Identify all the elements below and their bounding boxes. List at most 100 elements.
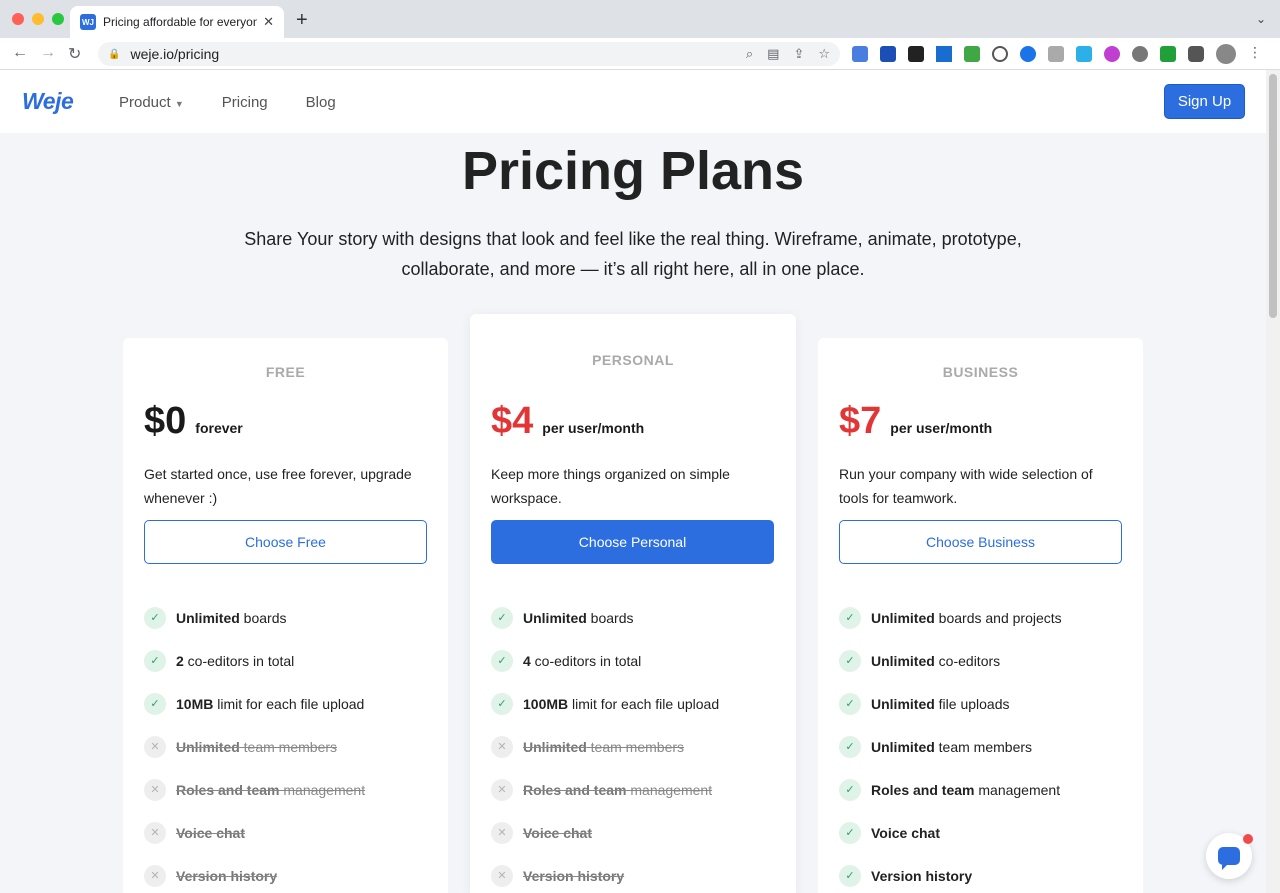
feature-highlight: 100MB [523,695,569,712]
feature-rest: team members [934,738,1033,755]
extension-icon[interactable] [936,46,952,62]
feature-item: ✓ 4 co-editors in total [491,639,781,682]
checkmark-extension-icon[interactable] [1160,46,1176,62]
feature-text: Unlimited team members [523,739,684,755]
extension-icon[interactable] [1076,46,1092,62]
plan-name: BUSINESS [942,364,1019,380]
feature-text: Version history [176,868,277,884]
extension-icon[interactable] [1020,46,1036,62]
chat-bubble-icon [1218,847,1240,870]
nav-pricing[interactable]: Pricing [222,94,268,111]
feature-item: ✕ Version history [144,854,434,893]
weje-logo[interactable]: Weje [22,88,74,115]
feature-highlight: Unlimited [523,609,587,626]
feature-text: 4 co-editors in total [523,653,641,669]
feature-item: ✓ 10MB limit for each file upload [144,682,434,725]
puzzle-extensions-icon[interactable] [1188,46,1204,62]
plan-description: Run your company with wide selection of … [839,466,1093,506]
feature-text: Unlimited team members [176,739,337,755]
extension-icon[interactable] [1104,46,1120,62]
feature-highlight: Roles and team [176,781,280,798]
feature-item: ✓ 2 co-editors in total [144,639,434,682]
feature-rest: management [626,781,713,798]
caret-down-icon: ▼ [174,99,184,109]
notion-extension-icon[interactable] [908,46,924,62]
feature-text: Unlimited boards [176,610,286,626]
minimize-window-button[interactable] [32,13,44,25]
camera-extension-icon[interactable] [1048,46,1064,62]
feature-item: ✓ Unlimited file uploads [839,682,1129,725]
extension-icon[interactable] [964,46,980,62]
choose-business-button[interactable]: Choose Business [839,520,1122,564]
choose-personal-button[interactable]: Choose Personal [491,520,774,564]
feature-highlight: Version history [176,867,278,884]
zoom-icon[interactable]: ⌕ [746,46,753,62]
feature-text: 100MB limit for each file upload [523,696,719,712]
check-icon: ✓ [839,649,861,672]
feature-item: ✕ Voice chat [144,811,434,854]
feature-item: ✕ Roles and team management [144,768,434,811]
check-icon: ✓ [144,692,166,715]
plan-name: PERSONAL [592,352,674,368]
scrollbar-thumb[interactable] [1269,74,1277,318]
feature-item: ✓ 100MB limit for each file upload [491,682,781,725]
browser-tab[interactable]: WJ Pricing affordable for everyone ✕ [70,6,284,38]
feature-highlight: Unlimited [871,738,935,755]
extension-icon[interactable] [880,46,896,62]
feature-item: ✕ Voice chat [491,811,781,854]
feature-item: ✓ Unlimited boards [491,596,781,639]
check-icon: ✓ [491,649,513,672]
plan-price: $0 [144,400,187,442]
plan-description: Get started once, use free forever, upgr… [144,466,412,506]
plan-description: Keep more things organized on simple wor… [491,466,730,506]
feature-text: 2 co-editors in total [176,653,294,669]
feature-item: ✕ Roles and team management [491,768,781,811]
feature-text: Voice chat [176,825,245,841]
maximize-window-button[interactable] [52,13,64,25]
extension-icon[interactable] [1132,46,1148,62]
feature-list: ✓ Unlimited boards ✓ 4 co-editors in total ✓… [491,596,781,893]
nav-product[interactable]: Product ▼ [119,94,184,111]
browser-toolbar: ← → ↻ 🔒 weje.io/pricing ⌕ ▤ ⇪ ☆ ⋮ [0,38,1280,70]
tab-close-icon[interactable]: ✕ [263,14,274,30]
check-icon: ✓ [839,821,861,844]
feature-item: ✓ Unlimited boards and projects [839,596,1129,639]
site-header: Weje Product ▼ Pricing Blog Sign Up [0,70,1280,133]
cloud-extension-icon[interactable] [992,46,1008,62]
feature-item: ✕ Version history [491,854,781,893]
feature-text: Unlimited co-editors [871,653,1000,669]
plan-period: per user/month [542,420,645,436]
plan-name: FREE [265,364,306,380]
share-icon[interactable]: ⇪ [793,46,804,62]
forward-arrow-icon[interactable]: → [40,44,56,62]
feature-rest: team members [586,738,685,755]
reader-mode-icon[interactable]: ▤ [767,46,779,62]
new-tab-icon[interactable]: + [296,10,308,30]
feature-text: Unlimited file uploads [871,696,1010,712]
back-arrow-icon[interactable]: ← [12,44,28,62]
feature-text: Version history [523,868,624,884]
browser-menu-icon[interactable]: ⋮ [1248,44,1262,64]
nav-blog[interactable]: Blog [306,94,336,111]
extensions-area: ⋮ [852,44,1262,64]
profile-avatar[interactable] [1216,44,1236,64]
plan-period: per user/month [890,420,993,436]
sign-up-button[interactable]: Sign Up [1164,84,1245,119]
tab-search-chevron-icon[interactable]: ⌄ [1256,12,1266,26]
weje-favicon-icon: WJ [80,14,96,30]
translate-extension-icon[interactable] [852,46,868,62]
bookmark-star-icon[interactable]: ☆ [818,46,830,62]
nav-product-label: Product [119,94,171,111]
feature-list: ✓ Unlimited boards and projects ✓ Unlimited… [839,596,1129,893]
reload-icon[interactable]: ↻ [68,44,81,64]
feature-text: Version history [871,868,972,884]
close-window-button[interactable] [12,13,24,25]
feature-item: ✓ Unlimited boards [144,596,434,639]
page-title: Pricing Plans [461,141,805,201]
choose-free-button[interactable]: Choose Free [144,520,427,564]
feature-item: ✕ Unlimited team members [144,725,434,768]
address-bar[interactable]: 🔒 weje.io/pricing ⌕ ▤ ⇪ ☆ [98,42,840,66]
feature-rest: team members [239,738,338,755]
feature-highlight: 2 [176,652,184,669]
feature-highlight: Roles and team [523,781,627,798]
